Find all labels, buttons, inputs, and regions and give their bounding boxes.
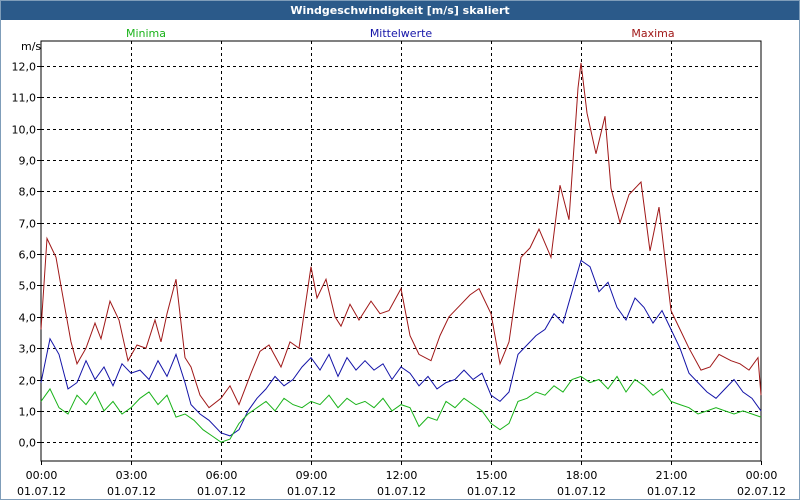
x-tick-time: 00:00	[746, 469, 778, 482]
x-tick-date: 01.07.12	[287, 485, 336, 498]
y-tick-label: 2,0	[19, 375, 37, 388]
x-tick-time: 00:00	[26, 469, 58, 482]
x-tick-date: 01.07.12	[107, 485, 156, 498]
y-tick-label: 10,0	[12, 124, 37, 137]
x-tick-date: 01.07.12	[647, 485, 696, 498]
y-tick-label: 6,0	[19, 249, 37, 262]
y-tick-label: 0,0	[19, 437, 37, 450]
y-tick-label: 9,0	[19, 155, 37, 168]
x-tick-time: 03:00	[116, 469, 148, 482]
x-tick-time: 06:00	[206, 469, 238, 482]
x-tick-date: 02.07.12	[737, 485, 786, 498]
x-tick-time: 12:00	[386, 469, 418, 482]
y-tick-label: 7,0	[19, 218, 37, 231]
chart-svg: 0,0 1,0 2,0 3,0 4,0 5,0 6,0 7,0 8,0 9,0 10,0 11,0 12…	[12, 27, 786, 498]
x-tick-date: 01.07.12	[557, 485, 606, 498]
x-tick-date: 01.07.12	[17, 485, 66, 498]
x-tick-date: 01.07.12	[197, 485, 246, 498]
x-tick-date: 01.07.12	[377, 485, 426, 498]
y-tick-label: 4,0	[19, 312, 37, 325]
x-tick-time: 09:00	[296, 469, 328, 482]
x-tick-time: 21:00	[656, 469, 688, 482]
y-tick-label: 8,0	[19, 186, 37, 199]
chart-window: Windgeschwindigkeit [m/s] skaliert 0,0 1,…	[0, 0, 800, 500]
legend-entry: Minima	[126, 27, 166, 40]
y-axis-label: m/s	[21, 40, 41, 53]
x-tick-time: 18:00	[566, 469, 598, 482]
y-tick-label: 12,0	[12, 61, 37, 74]
x-tick-date: 01.07.12	[467, 485, 516, 498]
y-tick-label: 1,0	[19, 406, 37, 419]
x-tick-time: 15:00	[476, 469, 508, 482]
legend-entry: Mittelwerte	[370, 27, 433, 40]
y-tick-label: 11,0	[12, 92, 37, 105]
y-tick-label: 3,0	[19, 343, 37, 356]
y-tick-label: 5,0	[19, 280, 37, 293]
legend-entry: Maxima	[631, 27, 674, 40]
